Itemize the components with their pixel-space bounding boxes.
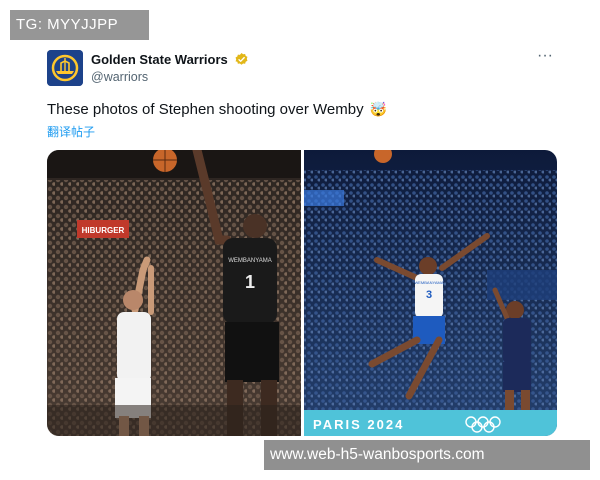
left-photo: HIBURGER 1 WEMBANYAMA [47, 150, 301, 436]
avatar[interactable] [47, 50, 83, 86]
bottom-watermark-label: www.web-h5-wanbosports.com [264, 440, 590, 470]
media-photos: HIBURGER 1 WEMBANYAMA 3 WEMBANYAMA PARIS… [47, 150, 557, 436]
author-name[interactable]: Golden State Warriors [91, 52, 228, 67]
tweet-text-row: These photos of Stephen shooting over We… [47, 101, 387, 118]
right-jersey-name: WEMBANYAMA [414, 280, 443, 285]
left-jersey-name: WEMBANYAMA [228, 258, 272, 264]
top-watermark-label: TG: MYYJJPP [10, 10, 149, 40]
left-jersey-number: 1 [245, 272, 255, 292]
arena-sign-text: HIBURGER [82, 226, 125, 235]
tweet-text: These photos of Stephen shooting over We… [47, 101, 364, 118]
translate-post-link[interactable]: 翻译帖子 [47, 123, 95, 140]
author-name-row[interactable]: Golden State Warriors [91, 52, 249, 70]
court-banner-text: PARIS 2024 [313, 417, 404, 432]
right-jersey-number: 3 [426, 289, 432, 301]
verified-badge-icon [234, 52, 249, 70]
tweet-header: Golden State Warriors @warriors ··· [47, 48, 557, 90]
warriors-logo-icon [47, 50, 83, 86]
more-options-icon[interactable]: ··· [533, 48, 557, 70]
right-photo: 3 WEMBANYAMA PARIS 2024 [304, 150, 557, 436]
tweet-media[interactable]: HIBURGER 1 WEMBANYAMA 3 WEMBANYAMA PARIS… [47, 150, 557, 436]
author-handle[interactable]: @warriors [91, 70, 148, 84]
exploding-head-emoji: 🤯 [369, 102, 388, 118]
